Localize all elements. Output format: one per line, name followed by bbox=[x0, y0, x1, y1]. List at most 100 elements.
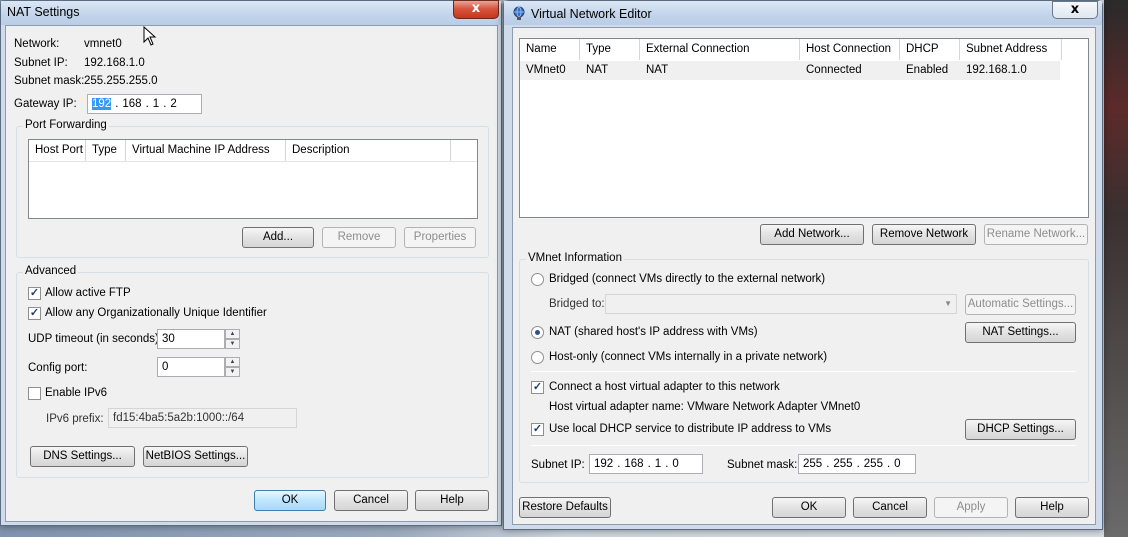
bridged-radio[interactable] bbox=[531, 273, 544, 286]
hostonly-label[interactable]: Host-only (connect VMs internally in a p… bbox=[549, 351, 827, 363]
nat-help-button[interactable]: Help bbox=[415, 490, 489, 511]
nat-close-button[interactable]: x bbox=[453, 0, 499, 19]
vne-subnet-ip-field[interactable]: 192. 168. 1. 0 bbox=[589, 454, 703, 474]
vne-help-button[interactable]: Help bbox=[1015, 497, 1089, 518]
subnet-ip-octet-4[interactable]: 0 bbox=[672, 458, 678, 470]
row-external: NAT bbox=[646, 64, 669, 76]
vne-window-title: Virtual Network Editor bbox=[531, 7, 652, 21]
col-dhcp[interactable]: DHCP bbox=[900, 39, 960, 60]
enable-ipv6-checkbox[interactable] bbox=[28, 387, 41, 400]
remove-port-button[interactable]: Remove bbox=[322, 227, 396, 248]
remove-network-button[interactable]: Remove Network bbox=[872, 224, 976, 245]
advanced-group: Advanced ✓ Allow active FTP ✓ Allow any … bbox=[16, 265, 489, 478]
col-name[interactable]: Name bbox=[520, 39, 580, 60]
col-type[interactable]: Type bbox=[86, 140, 126, 161]
automatic-settings-button[interactable]: Automatic Settings... bbox=[965, 294, 1076, 315]
use-dhcp-checkbox[interactable]: ✓ bbox=[531, 423, 544, 436]
udp-timeout-input[interactable]: 30 bbox=[157, 329, 225, 349]
header-divider bbox=[29, 161, 477, 162]
rename-network-button[interactable]: Rename Network... bbox=[984, 224, 1088, 245]
nat-label[interactable]: NAT (shared host's IP address with VMs) bbox=[549, 326, 758, 338]
table-row[interactable]: VMnet0 NAT NAT Connected Enabled 192.168… bbox=[520, 61, 1060, 80]
vne-close-button[interactable]: x bbox=[1052, 1, 1098, 19]
udp-timeout-label: UDP timeout (in seconds): bbox=[28, 333, 163, 345]
udp-up-arrow-icon[interactable]: ▲ bbox=[225, 329, 240, 339]
nat-radio[interactable] bbox=[531, 326, 544, 339]
nat-cancel-button[interactable]: Cancel bbox=[334, 490, 408, 511]
subnet-ip-octet-1[interactable]: 192 bbox=[594, 458, 613, 470]
col-description[interactable]: Description bbox=[286, 140, 451, 161]
ipv6-prefix-field[interactable]: fd15:4ba5:5a2b:1000::/64 bbox=[108, 408, 297, 428]
virtual-network-editor-window: Virtual Network Editor x Name Type Exter… bbox=[503, 0, 1103, 530]
udp-down-arrow-icon[interactable]: ▼ bbox=[225, 339, 240, 349]
gateway-octet-1[interactable]: 192 bbox=[92, 98, 112, 110]
add-port-button[interactable]: Add... bbox=[242, 227, 314, 248]
hostonly-radio[interactable] bbox=[531, 351, 544, 364]
config-down-arrow-icon[interactable]: ▼ bbox=[225, 367, 240, 377]
advanced-title: Advanced bbox=[23, 265, 79, 277]
subnet-ip-octet-2[interactable]: 168 bbox=[624, 458, 643, 470]
network-globe-icon bbox=[513, 6, 525, 20]
vmnet-information-group: VMnet Information Bridged (connect VMs d… bbox=[519, 252, 1089, 483]
subnet-mask-octet-3[interactable]: 255 bbox=[864, 458, 883, 470]
vne-subnet-ip-label: Subnet IP: bbox=[531, 459, 585, 471]
network-value: vmnet0 bbox=[84, 38, 122, 50]
info-separator-2 bbox=[531, 445, 1076, 446]
row-dhcp: Enabled bbox=[906, 64, 949, 76]
use-dhcp-label[interactable]: Use local DHCP service to distribute IP … bbox=[549, 423, 831, 435]
row-subnet: 192.168.1.0 bbox=[966, 64, 1027, 76]
gateway-octet-2[interactable]: 168 bbox=[122, 98, 141, 110]
ipv6-prefix-label: IPv6 prefix: bbox=[46, 413, 104, 425]
properties-button[interactable]: Properties bbox=[404, 227, 476, 248]
col-subnet-address[interactable]: Subnet Address bbox=[960, 39, 1062, 60]
nat-client-area: Network: vmnet0 Subnet IP: 192.168.1.0 S… bbox=[5, 25, 498, 522]
vmnet-information-title: VMnet Information bbox=[526, 252, 624, 264]
config-port-input[interactable]: 0 bbox=[157, 357, 225, 377]
port-forwarding-list[interactable]: Host Port Type Virtual Machine IP Addres… bbox=[28, 139, 478, 219]
vne-ok-button[interactable]: OK bbox=[772, 497, 846, 518]
col-type[interactable]: Type bbox=[580, 39, 640, 60]
dns-settings-button[interactable]: DNS Settings... bbox=[30, 446, 135, 467]
udp-timeout-stepper[interactable]: ▲ ▼ bbox=[225, 329, 240, 349]
config-up-arrow-icon[interactable]: ▲ bbox=[225, 357, 240, 367]
allow-ftp-checkbox[interactable]: ✓ bbox=[28, 287, 41, 300]
col-host-port[interactable]: Host Port bbox=[29, 140, 86, 161]
add-network-button[interactable]: Add Network... bbox=[760, 224, 864, 245]
nat-ok-button[interactable]: OK bbox=[254, 490, 326, 511]
network-table[interactable]: Name Type External Connection Host Conne… bbox=[519, 38, 1089, 218]
connect-adapter-label[interactable]: Connect a host virtual adapter to this n… bbox=[549, 381, 780, 393]
dhcp-settings-button[interactable]: DHCP Settings... bbox=[965, 419, 1076, 440]
desktop-edge bbox=[1104, 0, 1128, 537]
chevron-down-icon[interactable]: ▼ bbox=[944, 295, 952, 313]
vne-cancel-button[interactable]: Cancel bbox=[853, 497, 927, 518]
row-type: NAT bbox=[586, 64, 609, 76]
subnet-mask-label: Subnet mask: bbox=[14, 75, 85, 87]
network-label: Network: bbox=[14, 38, 60, 50]
config-port-stepper[interactable]: ▲ ▼ bbox=[225, 357, 240, 377]
allow-ftp-label[interactable]: Allow active FTP bbox=[45, 287, 131, 299]
nat-settings-button[interactable]: NAT Settings... bbox=[965, 322, 1076, 343]
connect-adapter-checkbox[interactable]: ✓ bbox=[531, 381, 544, 394]
gateway-octet-4[interactable]: 2 bbox=[170, 98, 176, 110]
netbios-settings-button[interactable]: NetBIOS Settings... bbox=[143, 446, 248, 467]
vne-subnet-mask-field[interactable]: 255. 255. 255. 0 bbox=[798, 454, 916, 474]
gateway-ip-label: Gateway IP: bbox=[14, 98, 77, 110]
enable-ipv6-label[interactable]: Enable IPv6 bbox=[45, 387, 107, 399]
subnet-mask-octet-4[interactable]: 0 bbox=[894, 458, 900, 470]
row-name: VMnet0 bbox=[526, 64, 566, 76]
col-host-connection[interactable]: Host Connection bbox=[800, 39, 900, 60]
allow-oui-checkbox[interactable]: ✓ bbox=[28, 307, 41, 320]
restore-defaults-button[interactable]: Restore Defaults bbox=[519, 497, 611, 518]
gateway-ip-field[interactable]: 192. 168. 1. 2 bbox=[87, 94, 202, 114]
subnet-mask-octet-1[interactable]: 255 bbox=[803, 458, 822, 470]
bridged-label[interactable]: Bridged (connect VMs directly to the ext… bbox=[549, 273, 825, 285]
allow-oui-label[interactable]: Allow any Organizationally Unique Identi… bbox=[45, 307, 267, 319]
vne-title-bar[interactable]: Virtual Network Editor x bbox=[504, 1, 1102, 25]
subnet-mask-octet-2[interactable]: 255 bbox=[833, 458, 852, 470]
nat-title-bar[interactable]: NAT Settings x bbox=[1, 0, 501, 25]
bridged-to-select[interactable]: ▼ bbox=[605, 294, 957, 314]
col-external-connection[interactable]: External Connection bbox=[640, 39, 800, 60]
col-vm-ip[interactable]: Virtual Machine IP Address bbox=[126, 140, 286, 161]
vne-apply-button[interactable]: Apply bbox=[934, 497, 1008, 518]
subnet-ip-value: 192.168.1.0 bbox=[84, 57, 145, 69]
